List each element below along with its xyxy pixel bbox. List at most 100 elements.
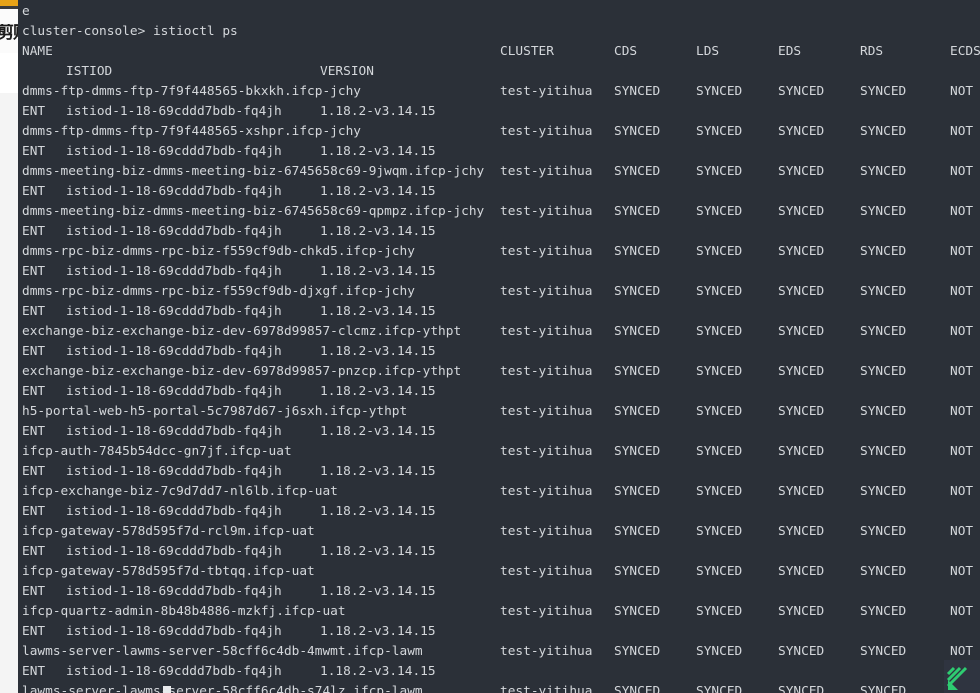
cell-name: exchange-biz-exchange-biz-dev-6978d99857… (22, 324, 462, 339)
cell-cluster: test-yitihua (500, 684, 593, 693)
cell-lds: SYNCED (696, 484, 743, 499)
cell-eds: SYNCED (778, 284, 825, 299)
cell-lds: SYNCED (696, 284, 743, 299)
cell-proxy-type: ENT (22, 584, 46, 599)
table-row: ifcp-gateway-578d595f7d-tbtqq.ifcp-uat te… (18, 562, 980, 582)
cell-version: 1.18.2-v3.14.15 (320, 504, 436, 519)
cell-lds: SYNCED (696, 404, 743, 419)
cell-eds: SYNCED (778, 484, 825, 499)
table-row-continuation: ENT istiod-1-18-69cddd7bdb-fq4jh 1.18.2-v3… (18, 142, 980, 162)
table-row-continuation: ENT istiod-1-18-69cddd7bdb-fq4jh 1.18.2-v3… (18, 662, 980, 682)
cell-name: ifcp-quartz-admin-8b48b4886-mzkfj.ifcp-u… (22, 604, 346, 619)
cell-rds: SYNCED (860, 524, 907, 539)
cell-rds: SYNCED (860, 364, 907, 379)
cell-cluster: test-yitihua (500, 284, 593, 299)
cell-rds: SYNCED (860, 204, 907, 219)
cell-proxy-type: ENT (22, 384, 46, 399)
column-header-eds: EDS (778, 44, 802, 59)
table-row-continuation: ENT istiod-1-18-69cddd7bdb-fq4jh 1.18.2-v3… (18, 222, 980, 242)
cell-eds: SYNCED (778, 324, 825, 339)
cell-rds: SYNCED (860, 124, 907, 139)
cell-eds: SYNCED (778, 124, 825, 139)
cell-istiod: istiod-1-18-69cddd7bdb-fq4jh (66, 144, 282, 159)
table-row-continuation: ENT istiod-1-18-69cddd7bdb-fq4jh 1.18.2-v3… (18, 342, 980, 362)
cell-lds: SYNCED (696, 204, 743, 219)
cell-version: 1.18.2-v3.14.15 (320, 224, 436, 239)
table-row: dmms-ftp-dmms-ftp-7f9f448565-bkxkh.ifcp-… (18, 82, 980, 102)
cell-name: ifcp-exchange-biz-7c9d7dd7-nl6lb.ifcp-ua… (22, 484, 338, 499)
cell-ecds: NOT (950, 124, 974, 139)
cell-lds: SYNCED (696, 84, 743, 99)
cell-cds: SYNCED (614, 164, 661, 179)
cell-name: dmms-ftp-dmms-ftp-7f9f448565-bkxkh.ifcp-… (22, 84, 361, 99)
table-header-row-2: ISTIOD VERSION (18, 62, 980, 82)
cell-cluster: test-yitihua (500, 84, 593, 99)
cell-cluster: test-yitihua (500, 244, 593, 259)
column-header-name: NAME (22, 44, 53, 59)
cell-ecds: NOT (950, 324, 974, 339)
cell-proxy-type: ENT (22, 544, 46, 559)
cell-eds: SYNCED (778, 684, 825, 693)
terminal-window[interactable]: e cluster-console> istioctl ps NAME CLUS… (18, 0, 980, 693)
command-prompt: cluster-console> istioctl ps (22, 24, 238, 39)
cell-cds: SYNCED (614, 444, 661, 459)
column-header-cluster: CLUSTER (500, 44, 554, 59)
cell-eds: SYNCED (778, 244, 825, 259)
cell-cds: SYNCED (614, 484, 661, 499)
cell-cluster: test-yitihua (500, 324, 593, 339)
text-cursor (163, 686, 171, 693)
cell-name: dmms-rpc-biz-dmms-rpc-biz-f559cf9db-chkd… (22, 244, 415, 259)
cell-ecds: NOT (950, 604, 974, 619)
cell-eds: SYNCED (778, 604, 825, 619)
column-header-ecds: ECDS (950, 44, 980, 59)
cell-version: 1.18.2-v3.14.15 (320, 104, 436, 119)
cell-name: dmms-meeting-biz-dmms-meeting-biz-674565… (22, 164, 485, 179)
table-row-continuation: ENT istiod-1-18-69cddd7bdb-fq4jh 1.18.2-v3… (18, 182, 980, 202)
cell-cluster: test-yitihua (500, 164, 593, 179)
background-window-clipped-label: 剪贴 (0, 24, 18, 43)
cell-version: 1.18.2-v3.14.15 (320, 264, 436, 279)
cell-istiod: istiod-1-18-69cddd7bdb-fq4jh (66, 544, 282, 559)
table-row: ifcp-quartz-admin-8b48b4886-mzkfj.ifcp-u… (18, 602, 980, 622)
cell-version: 1.18.2-v3.14.15 (320, 304, 436, 319)
cell-version: 1.18.2-v3.14.15 (320, 424, 436, 439)
cell-rds: SYNCED (860, 444, 907, 459)
cell-rds: SYNCED (860, 324, 907, 339)
cell-cluster: test-yitihua (500, 364, 593, 379)
cell-name: dmms-meeting-biz-dmms-meeting-biz-674565… (22, 204, 485, 219)
table-header-row-1: NAME CLUSTER CDS LDS EDS RDS ECDS (18, 42, 980, 62)
cell-cds: SYNCED (614, 524, 661, 539)
cell-name: dmms-ftp-dmms-ftp-7f9f448565-xshpr.ifcp-… (22, 124, 361, 139)
terminal-line-prompt: cluster-console> istioctl ps (18, 22, 980, 42)
cell-version: 1.18.2-v3.14.15 (320, 464, 436, 479)
background-window[interactable]: 剪贴 (0, 0, 19, 693)
cell-name: ifcp-gateway-578d595f7d-rcl9m.ifcp-uat (22, 524, 315, 539)
wifi-icon[interactable] (944, 660, 980, 693)
cell-cluster: test-yitihua (500, 404, 593, 419)
cell-cds: SYNCED (614, 604, 661, 619)
table-row: dmms-rpc-biz-dmms-rpc-biz-f559cf9db-chkd… (18, 242, 980, 262)
table-row: h5-portal-web-h5-portal-5c7987d67-j6sxh.… (18, 402, 980, 422)
cell-lds: SYNCED (696, 644, 743, 659)
cell-istiod: istiod-1-18-69cddd7bdb-fq4jh (66, 224, 282, 239)
cell-rds: SYNCED (860, 564, 907, 579)
cell-cds: SYNCED (614, 684, 661, 693)
cell-name: h5-portal-web-h5-portal-5c7987d67-j6sxh.… (22, 404, 408, 419)
table-row-continuation: ENT istiod-1-18-69cddd7bdb-fq4jh 1.18.2-v3… (18, 502, 980, 522)
cell-lds: SYNCED (696, 684, 743, 693)
table-row: dmms-ftp-dmms-ftp-7f9f448565-xshpr.ifcp-… (18, 122, 980, 142)
cell-cluster: test-yitihua (500, 644, 593, 659)
cell-ecds: NOT (950, 84, 974, 99)
table-row: lawms-server-lawms-server-58cff6c4db-4mw… (18, 642, 980, 662)
cell-istiod: istiod-1-18-69cddd7bdb-fq4jh (66, 304, 282, 319)
cell-rds: SYNCED (860, 484, 907, 499)
column-header-version: VERSION (320, 64, 374, 79)
cell-cds: SYNCED (614, 284, 661, 299)
cell-lds: SYNCED (696, 124, 743, 139)
cell-name: ifcp-gateway-578d595f7d-tbtqq.ifcp-uat (22, 564, 315, 579)
cell-eds: SYNCED (778, 204, 825, 219)
cell-rds: SYNCED (860, 644, 907, 659)
cell-cds: SYNCED (614, 84, 661, 99)
cell-proxy-type: ENT (22, 184, 46, 199)
screen: 剪贴 e cluster-console> istioctl ps NAME C… (0, 0, 980, 693)
